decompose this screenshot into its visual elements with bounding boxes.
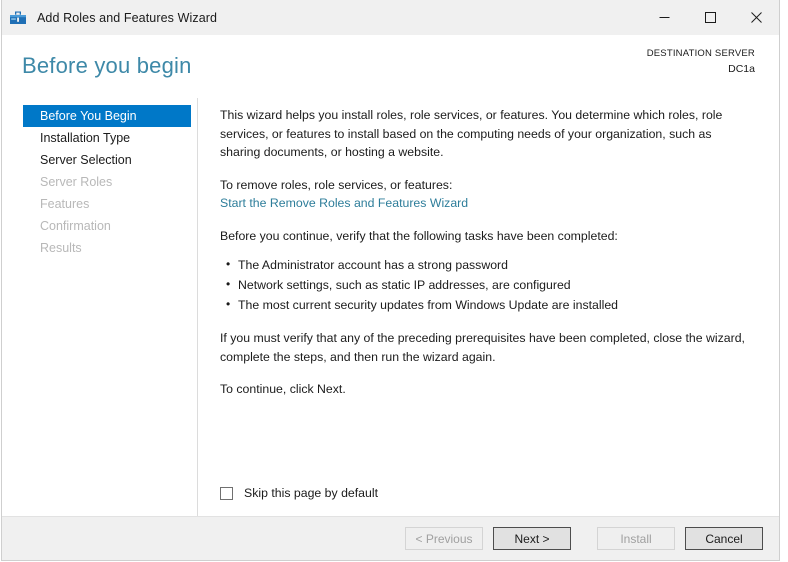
- server-manager-icon: [9, 9, 27, 27]
- install-button: Install: [597, 527, 675, 550]
- sidebar-item-label: Server Roles: [40, 175, 113, 189]
- sidebar-item-results: Results: [23, 237, 191, 259]
- skip-page-checkbox-label: Skip this page by default: [244, 486, 378, 500]
- list-item: Network settings, such as static IP addr…: [226, 274, 755, 295]
- destination-server-block: DESTINATION SERVER DC1a: [647, 47, 755, 76]
- page-header: Before you begin DESTINATION SERVER DC1a: [2, 35, 779, 98]
- sidebar-item-label: Results: [40, 241, 82, 255]
- cancel-button[interactable]: Cancel: [685, 527, 763, 550]
- wizard-footer: < Previous Next > Install Cancel: [2, 516, 779, 560]
- wizard-content-pane: This wizard helps you install roles, rol…: [198, 98, 779, 516]
- page-title: Before you begin: [22, 53, 192, 78]
- next-button[interactable]: Next >: [493, 527, 571, 550]
- previous-button: < Previous: [405, 527, 483, 550]
- continue-paragraph: To continue, click Next.: [220, 382, 346, 396]
- prerequisite-paragraph: If you must verify that any of the prece…: [220, 331, 745, 364]
- list-item: The most current security updates from W…: [226, 294, 755, 315]
- sidebar-item-label: Confirmation: [40, 219, 111, 233]
- sidebar-item-confirmation: Confirmation: [23, 215, 191, 237]
- maximize-icon[interactable]: [687, 0, 733, 35]
- wizard-body: Before You Begin Installation Type Serve…: [2, 98, 779, 516]
- intro-paragraph: This wizard helps you install roles, rol…: [220, 108, 723, 159]
- destination-server-name: DC1a: [728, 63, 755, 75]
- close-icon[interactable]: [733, 0, 779, 35]
- sidebar-item-label: Before You Begin: [40, 109, 137, 123]
- window-title: Add Roles and Features Wizard: [37, 10, 218, 25]
- add-roles-and-features-wizard-window: Add Roles and Features Wizard Before you…: [0, 0, 788, 562]
- destination-server-label: DESTINATION SERVER: [646, 48, 755, 59]
- sidebar-item-label: Features: [40, 197, 90, 211]
- sidebar-item-before-you-begin[interactable]: Before You Begin: [23, 105, 191, 127]
- window-controls: [641, 0, 779, 35]
- list-item: The Administrator account has a strong p…: [226, 254, 755, 275]
- title-bar: Add Roles and Features Wizard: [2, 0, 779, 35]
- remove-intro-text: To remove roles, role services, or featu…: [220, 177, 453, 192]
- prerequisite-list: The Administrator account has a strong p…: [220, 254, 755, 315]
- start-remove-wizard-link[interactable]: Start the Remove Roles and Features Wiza…: [220, 194, 468, 213]
- skip-page-checkbox[interactable]: [220, 486, 233, 500]
- skip-page-checkbox-row[interactable]: Skip this page by default: [220, 486, 378, 500]
- verify-intro-text: Before you continue, verify that the fol…: [220, 228, 618, 243]
- sidebar-item-server-roles: Server Roles: [23, 171, 191, 193]
- sidebar-item-label: Installation Type: [40, 131, 131, 145]
- sidebar-item-installation-type[interactable]: Installation Type: [23, 127, 191, 149]
- sidebar-item-server-selection[interactable]: Server Selection: [23, 149, 191, 171]
- minimize-icon[interactable]: [641, 0, 687, 35]
- window-frame: Add Roles and Features Wizard Before you…: [1, 0, 780, 561]
- sidebar-item-label: Server Selection: [40, 153, 132, 167]
- wizard-navigation-sidebar: Before You Begin Installation Type Serve…: [2, 98, 198, 516]
- sidebar-item-features: Features: [23, 193, 191, 215]
